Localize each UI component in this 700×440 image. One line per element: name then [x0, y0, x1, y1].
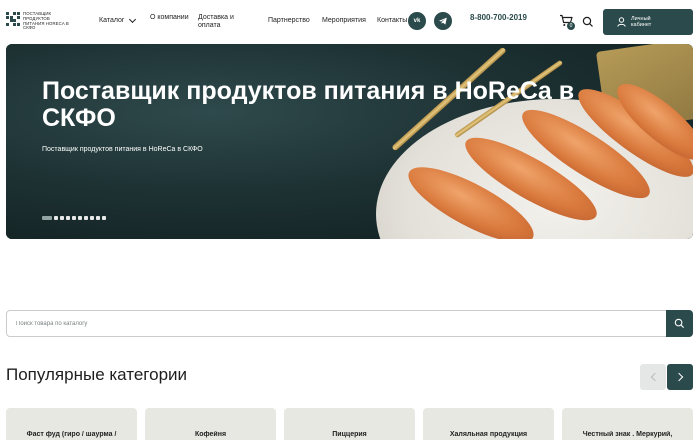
chevron-down-icon	[129, 15, 137, 24]
personal-cabinet-label: Личный кабинет	[631, 16, 652, 28]
site-header: Поставщик продуктов питания HoReCa в СКФ…	[0, 0, 700, 44]
search-icon	[674, 318, 685, 329]
slider-dot[interactable]	[60, 216, 64, 220]
category-card-label: Честный знак . Меркурий,	[582, 431, 673, 438]
nav-catalog[interactable]: Каталог	[99, 15, 137, 25]
nav-partnership[interactable]: Партнерство	[268, 17, 310, 25]
category-card-label: Халяльная продукция	[449, 431, 528, 438]
slider-dot[interactable]	[42, 216, 52, 220]
catalog-search	[6, 310, 693, 337]
category-card[interactable]: Кофейня	[145, 408, 276, 440]
cart-count-badge: 0	[567, 22, 575, 30]
phone-number[interactable]: 8-800-700-2019	[470, 13, 530, 23]
chevron-right-icon	[674, 372, 683, 382]
hero-banner[interactable]: Поставщик продуктов питания в HoReCa в С…	[6, 44, 693, 239]
slider-dot[interactable]	[90, 216, 94, 220]
search-submit-button[interactable]	[666, 310, 693, 337]
cart-button[interactable]: 0	[559, 14, 575, 30]
slider-dots	[42, 216, 106, 220]
category-card-label: Кофейня	[194, 431, 227, 438]
slider-dot[interactable]	[84, 216, 88, 220]
slider-dot[interactable]	[54, 216, 58, 220]
chevron-left-icon	[650, 372, 659, 382]
logo[interactable]: Поставщик продуктов питания HoReCa в СКФ…	[6, 11, 71, 31]
vk-icon[interactable]: vk	[408, 12, 426, 30]
slider-dot[interactable]	[72, 216, 76, 220]
search-icon[interactable]	[582, 15, 594, 27]
nav-catalog-label: Каталог	[99, 17, 125, 24]
logo-text: Поставщик продуктов питания HoReCa в СКФ…	[23, 11, 69, 31]
nav-about[interactable]: О компании	[150, 14, 190, 22]
nav-contacts[interactable]: Контакты	[377, 17, 407, 25]
user-icon	[617, 17, 626, 27]
category-cards: Фаст фуд (гиро / шаурма / Кофейня Пиццер…	[6, 408, 693, 440]
personal-cabinet-button[interactable]: Личный кабинет	[603, 9, 693, 35]
logo-mark-icon	[6, 12, 20, 26]
carousel-prev-button[interactable]	[640, 364, 666, 390]
slider-dot[interactable]	[102, 216, 106, 220]
slider-dot[interactable]	[96, 216, 100, 220]
category-card[interactable]: Халяльная продукция	[423, 408, 554, 440]
category-card[interactable]: Пиццерия	[284, 408, 415, 440]
search-input[interactable]	[7, 311, 667, 336]
category-card[interactable]: Честный знак . Меркурий,	[562, 408, 693, 440]
telegram-icon[interactable]	[434, 12, 452, 30]
section-title: Популярные категории	[6, 365, 188, 384]
category-card-label: Пиццерия	[332, 431, 367, 438]
carousel-next-button[interactable]	[667, 364, 693, 390]
category-card-label: Фаст фуд (гиро / шаурма /	[26, 431, 117, 438]
slider-dot[interactable]	[78, 216, 82, 220]
hero-title: Поставщик продуктов питания в HoReCa в С…	[42, 77, 575, 132]
nav-events[interactable]: Мероприятия	[322, 17, 366, 25]
nav-delivery[interactable]: Доставка и оплата	[198, 14, 248, 30]
hero-subtitle: Поставщик продуктов питания в HoReCa в С…	[42, 146, 203, 153]
slider-dot[interactable]	[66, 216, 70, 220]
category-card[interactable]: Фаст фуд (гиро / шаурма /	[6, 408, 137, 440]
